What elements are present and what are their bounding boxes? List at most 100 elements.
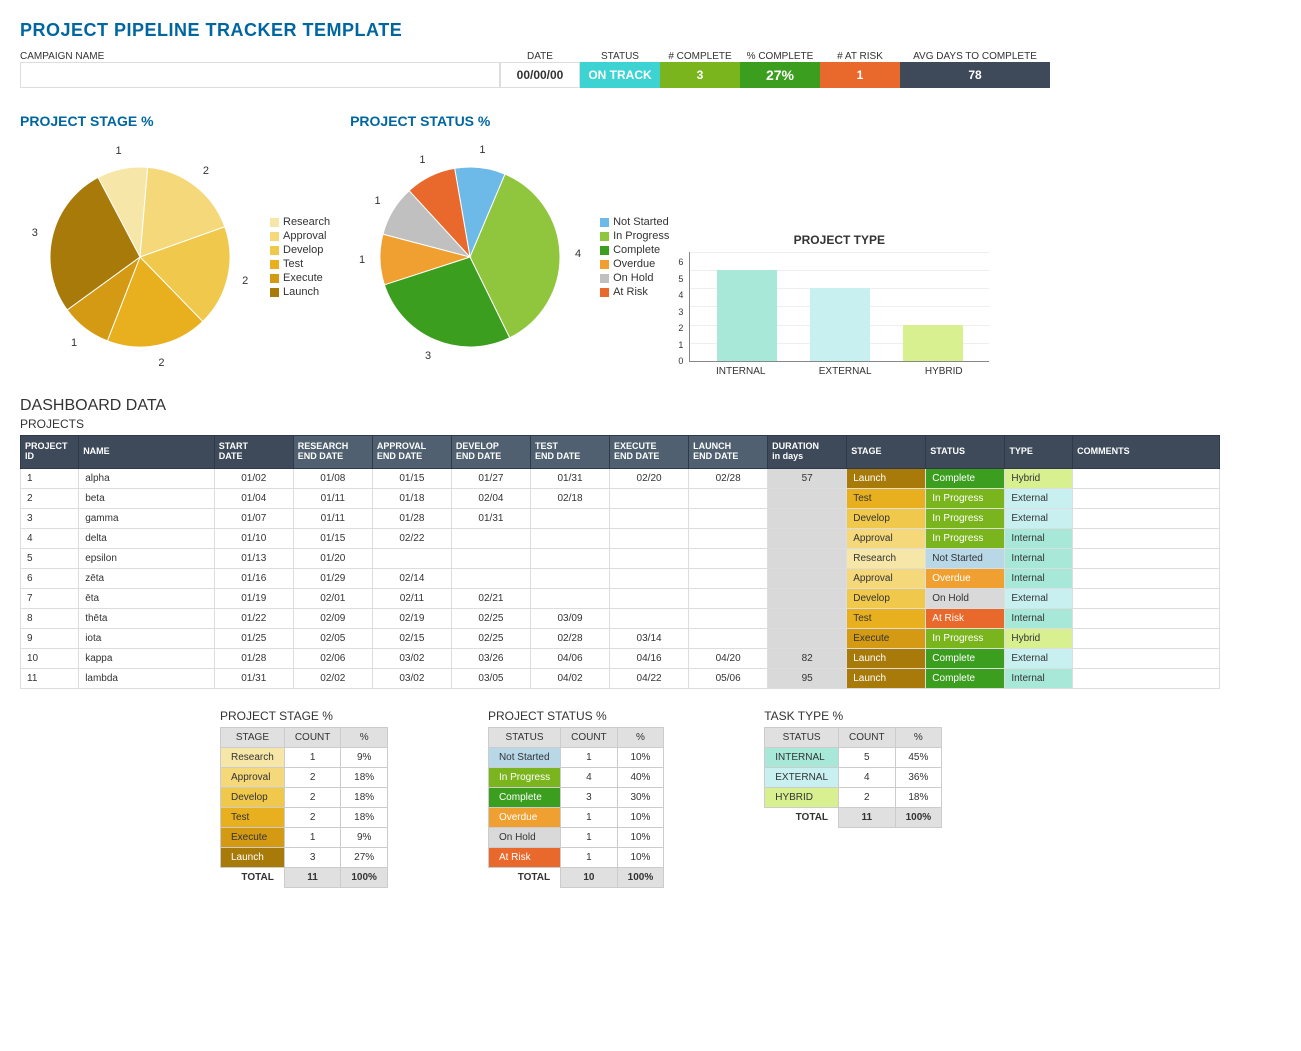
cell[interactable] — [530, 588, 609, 608]
cell[interactable]: 01/29 — [293, 568, 372, 588]
cell[interactable]: epsilon — [79, 548, 215, 568]
cell[interactable] — [689, 508, 768, 528]
cell[interactable]: In Progress — [926, 628, 1005, 648]
cell[interactable] — [610, 528, 689, 548]
cell[interactable] — [530, 528, 609, 548]
cell[interactable]: Internal — [1005, 668, 1073, 688]
cell[interactable]: 01/13 — [214, 548, 293, 568]
cell[interactable] — [768, 488, 847, 508]
cell[interactable] — [1073, 548, 1220, 568]
cell[interactable]: 02/05 — [293, 628, 372, 648]
cell[interactable]: 01/31 — [214, 668, 293, 688]
cell[interactable] — [530, 568, 609, 588]
cell[interactable]: 02/06 — [293, 648, 372, 668]
cell[interactable]: 03/05 — [451, 668, 530, 688]
cell[interactable]: Internal — [1005, 528, 1073, 548]
cell[interactable]: 03/02 — [372, 668, 451, 688]
cell[interactable]: 02/25 — [451, 608, 530, 628]
cell[interactable]: Launch — [847, 648, 926, 668]
cell[interactable]: 02/09 — [293, 608, 372, 628]
cell[interactable]: 6 — [21, 568, 79, 588]
cell[interactable]: 01/28 — [372, 508, 451, 528]
cell[interactable]: 01/02 — [214, 468, 293, 488]
cell[interactable]: 02/01 — [293, 588, 372, 608]
cell[interactable]: 04/06 — [530, 648, 609, 668]
cell[interactable]: lambda — [79, 668, 215, 688]
cell[interactable] — [768, 588, 847, 608]
cell[interactable] — [451, 528, 530, 548]
cell[interactable] — [768, 568, 847, 588]
cell[interactable] — [768, 528, 847, 548]
cell[interactable]: 02/20 — [610, 468, 689, 488]
cell[interactable]: 4 — [21, 528, 79, 548]
cell[interactable]: In Progress — [926, 488, 1005, 508]
cell[interactable]: 01/31 — [451, 508, 530, 528]
cell[interactable]: gamma — [79, 508, 215, 528]
cell[interactable]: 95 — [768, 668, 847, 688]
cell[interactable]: Develop — [847, 588, 926, 608]
cell[interactable] — [610, 548, 689, 568]
cell[interactable]: External — [1005, 508, 1073, 528]
cell[interactable]: 01/28 — [214, 648, 293, 668]
cell[interactable]: 10 — [21, 648, 79, 668]
cell[interactable] — [1073, 588, 1220, 608]
cell[interactable] — [451, 568, 530, 588]
cell[interactable] — [530, 548, 609, 568]
cell[interactable]: thēta — [79, 608, 215, 628]
cell[interactable]: 02/19 — [372, 608, 451, 628]
cell[interactable]: 1 — [21, 468, 79, 488]
cell[interactable] — [610, 488, 689, 508]
cell[interactable]: 5 — [21, 548, 79, 568]
cell[interactable] — [768, 608, 847, 628]
cell[interactable]: 01/18 — [372, 488, 451, 508]
cell[interactable]: Launch — [847, 668, 926, 688]
cell[interactable] — [1073, 468, 1220, 488]
cell[interactable]: 04/22 — [610, 668, 689, 688]
cell[interactable]: zēta — [79, 568, 215, 588]
cell[interactable] — [1073, 488, 1220, 508]
cell[interactable]: 02/11 — [372, 588, 451, 608]
cell[interactable]: 01/31 — [530, 468, 609, 488]
cell[interactable] — [1073, 528, 1220, 548]
cell[interactable]: 01/08 — [293, 468, 372, 488]
cell[interactable]: Complete — [926, 668, 1005, 688]
cell[interactable]: 7 — [21, 588, 79, 608]
cell[interactable] — [689, 588, 768, 608]
cell[interactable]: 02/15 — [372, 628, 451, 648]
cell[interactable] — [1073, 668, 1220, 688]
cell[interactable]: 03/02 — [372, 648, 451, 668]
cell[interactable]: 02/04 — [451, 488, 530, 508]
cell[interactable]: ēta — [79, 588, 215, 608]
cell[interactable] — [610, 508, 689, 528]
cell[interactable]: 9 — [21, 628, 79, 648]
cell[interactable]: 01/27 — [451, 468, 530, 488]
cell[interactable]: Hybrid — [1005, 468, 1073, 488]
cell[interactable]: 04/02 — [530, 668, 609, 688]
cell[interactable]: Approval — [847, 528, 926, 548]
cell[interactable]: 8 — [21, 608, 79, 628]
cell[interactable] — [1073, 628, 1220, 648]
cell[interactable]: Internal — [1005, 608, 1073, 628]
cell[interactable]: On Hold — [926, 588, 1005, 608]
cell[interactable]: 01/07 — [214, 508, 293, 528]
cell[interactable]: 01/16 — [214, 568, 293, 588]
cell[interactable]: Complete — [926, 468, 1005, 488]
cell[interactable]: 3 — [21, 508, 79, 528]
cell[interactable]: 01/19 — [214, 588, 293, 608]
cell[interactable]: Hybrid — [1005, 628, 1073, 648]
cell[interactable] — [372, 548, 451, 568]
cell[interactable]: At Risk — [926, 608, 1005, 628]
cell[interactable]: Not Started — [926, 548, 1005, 568]
cell[interactable] — [530, 508, 609, 528]
cell[interactable]: 04/16 — [610, 648, 689, 668]
cell[interactable]: kappa — [79, 648, 215, 668]
cell[interactable]: 02/25 — [451, 628, 530, 648]
cell[interactable]: Research — [847, 548, 926, 568]
cell[interactable]: 02/21 — [451, 588, 530, 608]
cell[interactable]: In Progress — [926, 528, 1005, 548]
cell[interactable]: iota — [79, 628, 215, 648]
cell[interactable]: Approval — [847, 568, 926, 588]
cell[interactable]: External — [1005, 488, 1073, 508]
cell[interactable]: Internal — [1005, 548, 1073, 568]
cell[interactable]: 01/11 — [293, 488, 372, 508]
